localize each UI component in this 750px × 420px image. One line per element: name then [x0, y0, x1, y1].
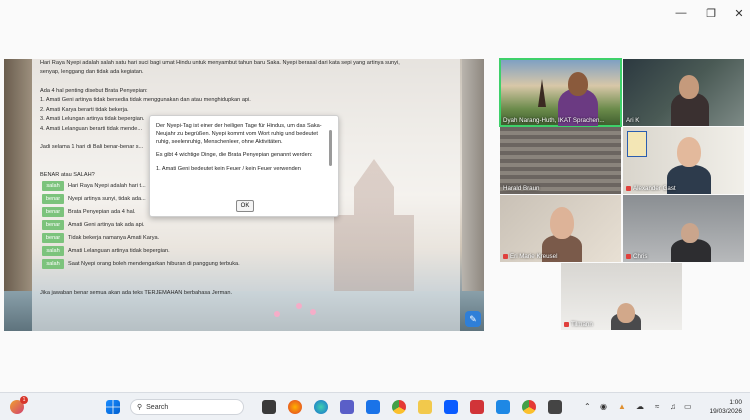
tray-alert-icon[interactable]: ▲ — [618, 402, 626, 411]
participant-name: Harald Braun — [503, 185, 540, 192]
tray-cloud-icon[interactable]: ☁ — [636, 402, 644, 411]
participant-name: Eri Marie Kreusel — [503, 253, 557, 260]
window-title-bar: — ❐ ✕ — [0, 0, 750, 28]
minimize-icon[interactable]: — — [666, 4, 696, 22]
battery-icon[interactable]: ▭ — [684, 402, 692, 411]
answer-toggle-button[interactable]: salah — [42, 246, 64, 256]
video-tile[interactable]: Eri Marie Kreusel — [500, 195, 621, 262]
search-input[interactable]: ⚲ Search — [130, 399, 244, 415]
participant-name: Tilmann — [564, 321, 593, 328]
dialog-scrollbar[interactable] — [328, 122, 334, 196]
quiz-row: salah Amati Lelanguan artinya tidak beper… — [42, 246, 170, 256]
quiz-row: benar Amati Geni artinya tak ada api. — [42, 220, 145, 230]
file-explorer-icon[interactable] — [418, 400, 432, 414]
video-tile[interactable]: Tilmann — [561, 263, 682, 330]
taskbar: 1 ⚲ Search ⌃ ◉ ▲ ☁ ≈ ♫ ▭ 1:00 19/03/2026 — [0, 392, 750, 420]
quiz-row: benar Tidak bekerja namanya Amati Karya. — [42, 233, 159, 243]
slide-paragraph-summary: Jadi selama 1 hari di Bali benar-benar s… — [40, 144, 144, 150]
chrome-profile-icon[interactable] — [522, 400, 536, 414]
mic-muted-icon — [626, 186, 631, 191]
mic-muted-icon — [503, 254, 508, 259]
slide-footer-note: Jika jawaban benar semua akan ada teks T… — [40, 290, 233, 296]
participant-name: Dyah Narang-Huth, IKAT Sprachen... — [503, 117, 605, 124]
quiz-heading: BENAR atau SALAH? — [40, 172, 95, 178]
video-tile[interactable]: Dyah Narang-Huth, IKAT Sprachen... — [499, 58, 622, 127]
system-clock[interactable]: 1:00 19/03/2026 — [700, 398, 742, 416]
video-tile[interactable]: Chris — [623, 195, 744, 262]
outlook-icon[interactable] — [496, 400, 510, 414]
answer-toggle-button[interactable]: benar — [42, 194, 64, 204]
mic-muted-icon — [626, 254, 631, 259]
mic-muted-icon — [564, 322, 569, 327]
firefox-icon[interactable] — [288, 400, 302, 414]
answer-toggle-button[interactable]: benar — [42, 220, 64, 230]
task-view-icon[interactable] — [262, 400, 276, 414]
teams-icon[interactable] — [340, 400, 354, 414]
volume-icon[interactable]: ♫ — [670, 402, 676, 411]
search-icon: ⚲ — [137, 404, 143, 411]
edit-icon[interactable]: ✎ — [465, 311, 481, 327]
close-icon[interactable]: ✕ — [724, 4, 750, 22]
zoom-icon[interactable] — [444, 400, 458, 414]
ok-button[interactable]: OK — [236, 200, 254, 212]
wifi-icon[interactable]: ≈ — [655, 402, 659, 411]
quiz-row: salah Hari Raya Nyepi adalah hari t... — [42, 181, 146, 191]
dialog-message: Der Nyepi-Tag ist einer der heiligen Tag… — [156, 123, 322, 173]
quiz-row: benar Brata Penyepian ada 4 hal. — [42, 207, 136, 217]
maximize-icon[interactable]: ❐ — [696, 4, 726, 22]
chrome-icon[interactable] — [392, 400, 406, 414]
quiz-row: salah Saat Nyepi orang boleh mendengarkan… — [42, 259, 240, 269]
participant-name: Ari K — [626, 117, 640, 124]
participant-name: Chris — [626, 253, 647, 260]
app-icon[interactable] — [548, 400, 562, 414]
answer-toggle-button[interactable]: salah — [42, 181, 64, 191]
video-tile[interactable]: Ari K — [623, 59, 744, 126]
trip-app-icon[interactable] — [366, 400, 380, 414]
quiz-row: benar Nyepi artinya sunyi, tidak ada... — [42, 194, 146, 204]
tray-app-icon[interactable]: ◉ — [600, 402, 607, 411]
edge-icon[interactable] — [314, 400, 328, 414]
answer-toggle-button[interactable]: salah — [42, 259, 64, 269]
translation-dialog: Der Nyepi-Tag ist einer der heiligen Tag… — [149, 115, 339, 217]
notification-badge: 1 — [20, 396, 28, 404]
video-tile[interactable]: Harald Braun — [500, 127, 621, 194]
answer-toggle-button[interactable]: benar — [42, 233, 64, 243]
powerpoint-icon[interactable] — [470, 400, 484, 414]
windows-start-icon[interactable] — [106, 400, 120, 414]
participant-name: Alexander Gast — [626, 185, 676, 192]
slide-paragraph-intro: Hari Raya Nyepi adalah salah satu hari s… — [40, 60, 400, 76]
chevron-up-icon[interactable]: ⌃ — [584, 402, 591, 411]
video-tile[interactable]: Alexander Gast — [623, 127, 744, 194]
answer-toggle-button[interactable]: benar — [42, 207, 64, 217]
